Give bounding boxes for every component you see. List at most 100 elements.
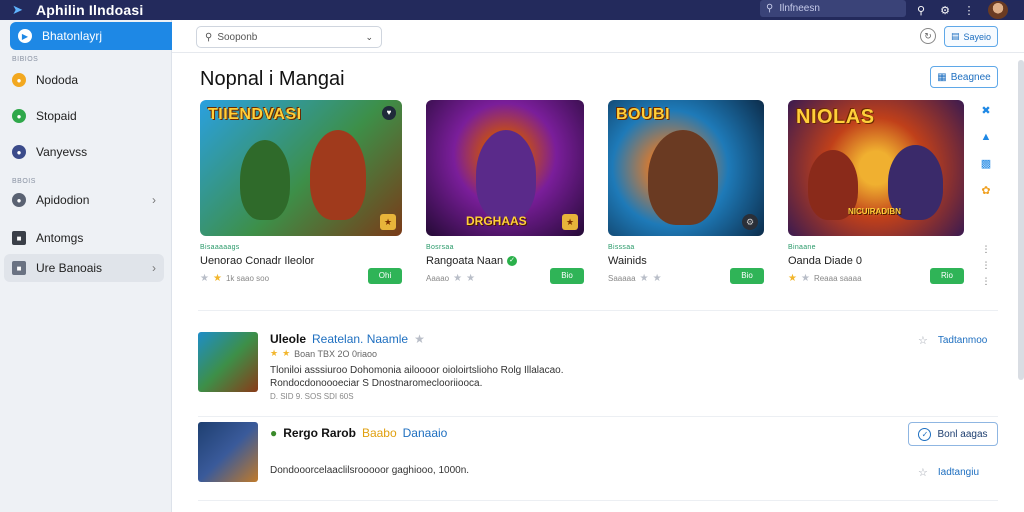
tag-icon[interactable]: ▲ <box>981 131 992 143</box>
star-icon[interactable]: ☆ <box>918 466 928 479</box>
play-icon: ▶ <box>18 29 32 43</box>
sidebar-item-label: Antomgs <box>36 231 84 245</box>
scrollbar[interactable] <box>1018 60 1024 380</box>
more-icon[interactable]: ⋮ ⋮ ⋮ <box>982 241 991 289</box>
grid-icon: ▦ <box>937 71 947 83</box>
game-card[interactable]: TIIENDVASI ★ ♥ Bisaaaaags Uenorao Conadr… <box>200 100 402 284</box>
sidebar-item-label: Stopaid <box>36 109 77 123</box>
filter-select[interactable]: ⚲ Sooponb ⌄ <box>196 26 382 48</box>
sidebar-item-4[interactable]: ● Apidodion › <box>4 186 164 214</box>
main-content: ⚲ Sooponb ⌄ ↻ ▤ Sayeio Nopnal i Mangai ▦… <box>172 20 1024 512</box>
star-icon: ★ <box>414 332 425 346</box>
crosshair-icon[interactable]: ✖ <box>981 104 990 117</box>
app-title: Aphilin Ilndoasi <box>36 2 144 18</box>
title-bar: ➤ Aphilin Ilndoasi ⚲ Ilnfneesn ⚲ ⚙ ⋮ <box>0 0 1024 20</box>
sidebar-item-label: Vanyevss <box>36 145 88 159</box>
page-title: Nopnal i Mangai <box>200 68 345 90</box>
list-link[interactable]: ☆ Iadtangiu <box>918 466 979 479</box>
top-icons: ⚲ ⚙ ⋮ <box>914 0 1008 20</box>
game-thumbnail[interactable]: DRGHAAS ★ <box>426 100 584 236</box>
action-button[interactable]: ✓ Bonl aagas <box>908 422 998 446</box>
sidebar: ▶ Bhatonlayrj BIBIOS ● Nododa ● Stopaid … <box>0 20 172 512</box>
apps-grid-icon[interactable]: ⋮ <box>962 4 976 17</box>
top-search-input[interactable]: ⚲ Ilnfneesn <box>760 0 906 17</box>
game-logo-text: TIIENDVASI <box>208 106 302 123</box>
badge-icon: ★ <box>380 214 396 230</box>
card-name: Oanda Diade 0 <box>788 255 862 267</box>
sidebar-item-label: Ure Banoais <box>36 261 103 275</box>
list-item[interactable]: Uleole Reatelan. Naamle ★ ★ ★ Boan TBX 2… <box>198 332 998 402</box>
sidebar-item-5[interactable]: ■ Antomgs <box>4 224 164 252</box>
search-icon: ⚲ <box>766 3 774 14</box>
verified-icon: ✓ <box>507 256 518 266</box>
sidebar-item-active[interactable]: ▶ Bhatonlayrj <box>10 22 172 50</box>
list-title: Uleole Reatelan. Naamle ★ <box>270 332 425 346</box>
game-logo-text: NIOLAS <box>796 106 875 128</box>
share-button[interactable]: ▤ Sayeio <box>944 26 998 47</box>
chevron-right-icon: › <box>152 193 156 207</box>
right-rail: ✖ ▲ ▩ ✿ ⋮ ⋮ ⋮ <box>976 104 996 289</box>
settings-icon[interactable]: ⚙ <box>938 4 952 17</box>
sidebar-item-2[interactable]: ● Stopaid <box>4 102 164 130</box>
star-icon: ★ <box>270 348 279 358</box>
sidebar-item-3[interactable]: ● Vanyevss <box>4 138 164 166</box>
page-action-button[interactable]: ▦ Beagnee <box>930 66 998 88</box>
share-icon: ▤ <box>950 31 960 41</box>
store-icon: ● <box>12 109 26 123</box>
list-thumbnail[interactable] <box>198 422 258 482</box>
game-thumbnail[interactable]: BOUBI ⚙ <box>608 100 764 236</box>
location-icon: ● <box>12 193 26 207</box>
shield-icon: ● <box>12 145 26 159</box>
get-button[interactable]: Bio <box>550 268 584 284</box>
card-name: Uenorao Conadr Ileolor <box>200 255 315 267</box>
get-button[interactable]: Rio <box>930 268 964 284</box>
chevron-down-icon: ⌄ <box>365 31 373 42</box>
game-thumbnail[interactable]: TIIENDVASI ★ ♥ <box>200 100 402 236</box>
check-icon: ✓ <box>918 427 932 441</box>
folder-icon: ■ <box>12 261 26 275</box>
page-action-label: Beagnee <box>950 71 991 83</box>
list-stats: D. SID 9. SOS SDI 60S <box>270 392 354 401</box>
bookmark-icon[interactable]: ▩ <box>981 157 991 170</box>
app-logo-icon: ➤ <box>12 2 23 17</box>
card-tag: Bisaaaaags <box>200 244 240 251</box>
avatar[interactable] <box>988 1 1008 19</box>
star-icon: ★ <box>212 273 222 284</box>
chevron-right-icon: › <box>152 261 156 275</box>
toolbar-divider <box>172 52 1024 53</box>
game-logo-text: BOUBI <box>616 106 671 123</box>
row-divider <box>198 416 998 417</box>
get-button[interactable]: Bio <box>730 268 764 284</box>
star-icon: ★ <box>652 273 662 284</box>
card-tag: Bisssaa <box>608 244 635 251</box>
list-title: ● Rergo Rarob Baabo Danaaio <box>270 426 448 440</box>
sidebar-item-6[interactable]: ■ Ure Banoais › <box>4 254 164 282</box>
get-button[interactable]: Ohi <box>368 268 402 284</box>
game-logo-text: DRGHAAS <box>466 214 527 228</box>
refresh-button[interactable]: ↻ <box>920 28 936 44</box>
list-item[interactable]: ● Rergo Rarob Baabo Danaaio Dondooorcela… <box>198 422 998 482</box>
game-thumbnail[interactable]: NIOLAS NICUIRADIBN <box>788 100 964 236</box>
list-thumbnail[interactable] <box>198 332 258 392</box>
star-icon: ★ <box>800 273 810 284</box>
sidebar-item-1[interactable]: ● Nododa <box>4 66 164 94</box>
list-description: Dondooorcelaaclilsrooooor gaghiooo, 1000… <box>270 465 470 476</box>
sidebar-item-label: Apidodion <box>36 193 90 207</box>
favorite-icon[interactable]: ♥ <box>382 106 396 120</box>
list-link[interactable]: ☆ Tadtanmoo <box>918 334 987 347</box>
game-card[interactable]: DRGHAAS ★ Bosrsaa Rangoata Naan ✓ Aaaao ★… <box>426 100 584 284</box>
sidebar-section-1: BIBIOS <box>12 56 39 63</box>
sidebar-section-2: BBOIS <box>12 178 36 185</box>
gift-icon[interactable]: ✿ <box>981 184 990 197</box>
flame-icon: ● <box>270 426 278 440</box>
share-label: Sayeio <box>963 31 992 42</box>
search-icon: ⚲ <box>205 31 213 43</box>
sidebar-item-label: Nododa <box>36 73 79 87</box>
card-name: Wainids <box>608 255 647 267</box>
star-icon[interactable]: ☆ <box>918 334 928 347</box>
game-card[interactable]: NIOLAS NICUIRADIBN Binaane Oanda Diade 0… <box>788 100 964 284</box>
star-icon: ★ <box>282 348 291 358</box>
search-icon[interactable]: ⚲ <box>914 4 928 17</box>
settings-icon[interactable]: ⚙ <box>742 214 758 230</box>
game-card[interactable]: BOUBI ⚙ Bisssaa Wainids Saaaaa ★ ★ Bio <box>608 100 764 284</box>
